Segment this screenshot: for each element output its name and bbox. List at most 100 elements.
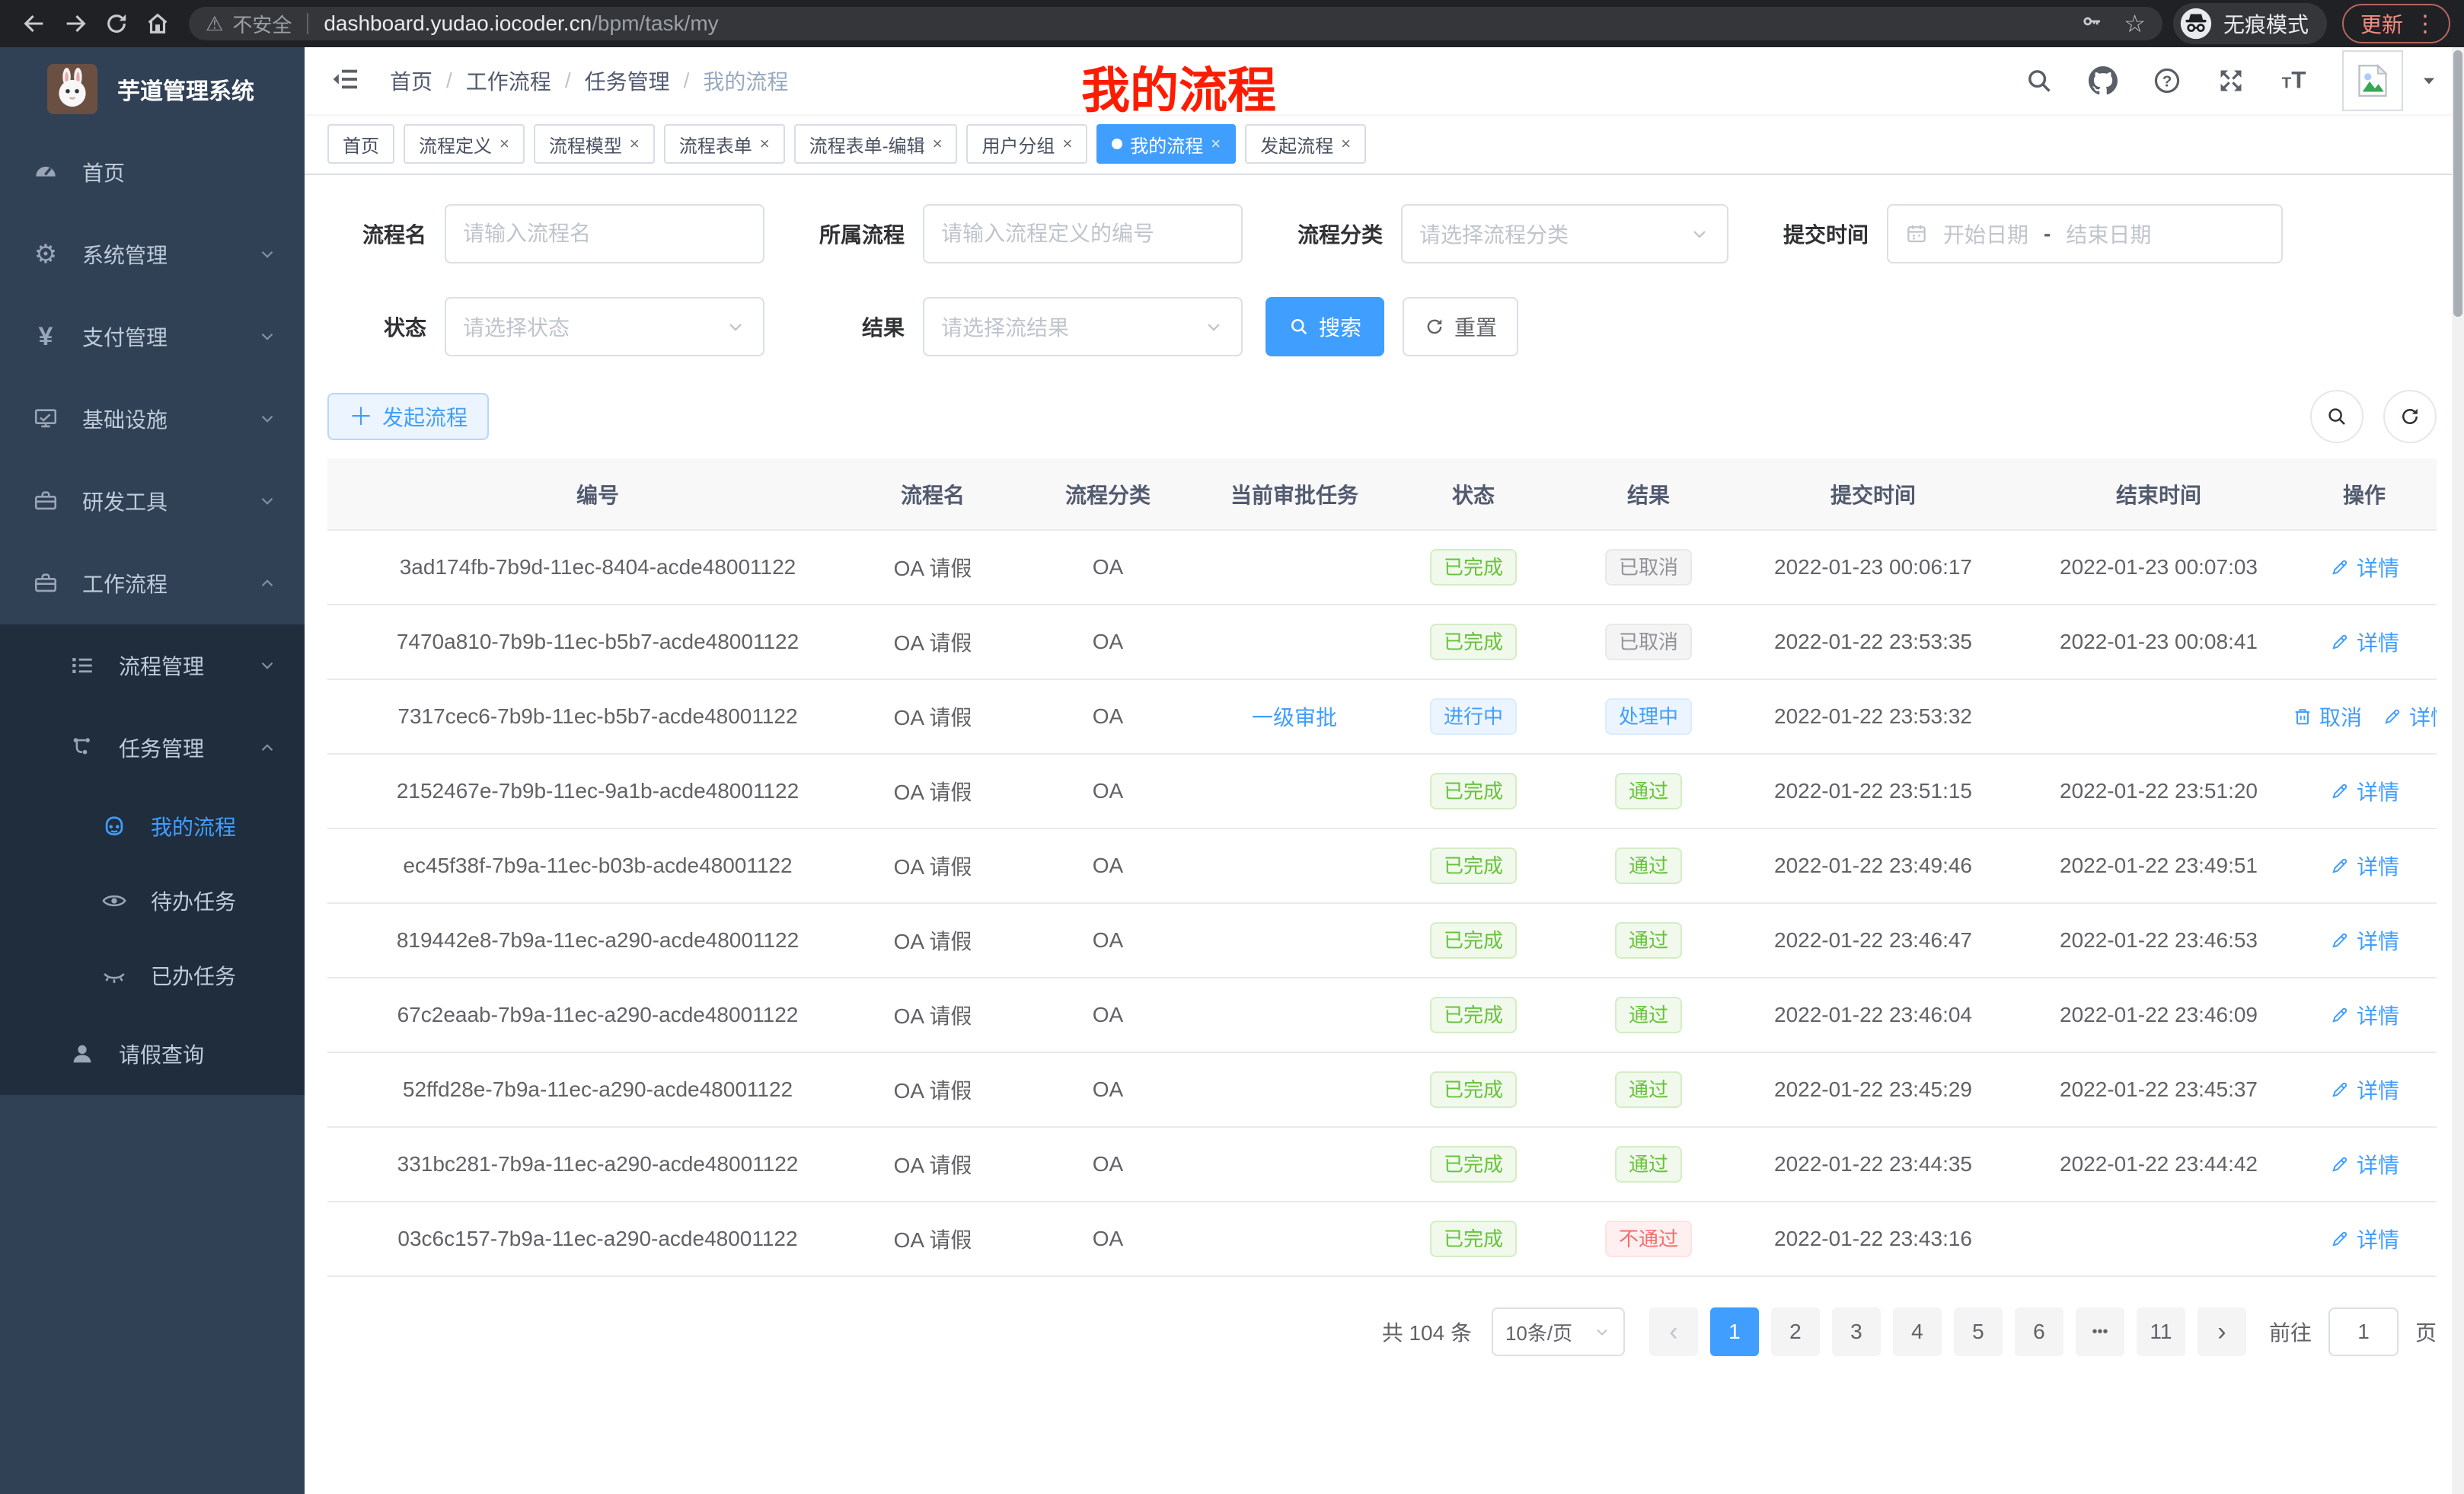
- tab[interactable]: 流程模型×: [534, 124, 655, 164]
- process-table: 编号流程名流程分类当前审批任务状态结果提交时间结束时间操作 3ad174fb-7…: [327, 458, 2437, 1277]
- refresh-table-button[interactable]: [2383, 390, 2437, 443]
- cell-result: 通过: [1576, 1052, 1721, 1127]
- sidebar-item[interactable]: 首页: [0, 131, 305, 213]
- close-icon[interactable]: ×: [933, 134, 943, 154]
- reset-button[interactable]: 重置: [1403, 297, 1518, 356]
- page-button[interactable]: 11: [2137, 1307, 2185, 1356]
- detail-button[interactable]: 详情: [2329, 776, 2399, 806]
- sidebar-item[interactable]: 研发工具: [0, 460, 305, 542]
- create-process-button[interactable]: ＋ 发起流程: [327, 393, 489, 440]
- detail-button[interactable]: 详情: [2329, 627, 2399, 657]
- sidebar-collapse-icon[interactable]: [330, 64, 364, 97]
- sidebar-item-label: 我的流程: [151, 811, 236, 841]
- close-icon[interactable]: ×: [1211, 134, 1221, 154]
- browser-reload-icon[interactable]: [96, 3, 137, 44]
- close-icon[interactable]: ×: [630, 134, 640, 154]
- column-header: 当前审批任务: [1218, 458, 1371, 530]
- screen: ⚠ 不安全 dashboard.yudao.iocoder.cn/bpm/tas…: [0, 0, 2464, 1494]
- tab[interactable]: 用户分组×: [966, 124, 1087, 164]
- tab[interactable]: 首页: [327, 124, 394, 164]
- browser-home-icon[interactable]: [137, 3, 178, 44]
- action-label: 详情: [2357, 776, 2399, 806]
- goto-page-input[interactable]: [2328, 1307, 2399, 1356]
- detail-button[interactable]: 详情: [2329, 1224, 2399, 1254]
- address-bar[interactable]: ⚠ 不安全 dashboard.yudao.iocoder.cn/bpm/tas…: [189, 7, 2162, 40]
- avatar[interactable]: [2342, 50, 2403, 111]
- fullscreen-icon[interactable]: [2214, 64, 2248, 97]
- prev-page-button[interactable]: ‹: [1649, 1307, 1698, 1356]
- detail-button[interactable]: 详情: [2329, 851, 2399, 881]
- browser-menu-icon[interactable]: ⋮: [2414, 11, 2437, 37]
- sidebar-item[interactable]: 基础设施: [0, 378, 305, 460]
- sidebar-item[interactable]: 我的流程: [0, 789, 305, 864]
- tab[interactable]: 流程表单-编辑×: [794, 124, 958, 164]
- page-button[interactable]: 1: [1710, 1307, 1759, 1356]
- detail-button[interactable]: 详情: [2329, 552, 2399, 583]
- font-size-icon[interactable]: TT: [2278, 64, 2312, 97]
- sidebar-item[interactable]: 任务管理: [0, 707, 305, 789]
- sidebar-item[interactable]: ¥支付管理: [0, 295, 305, 378]
- cell-id: 52ffd28e-7b9a-11ec-a290-acde48001122: [327, 1052, 868, 1127]
- github-icon[interactable]: [2086, 64, 2120, 97]
- next-page-button[interactable]: ›: [2197, 1307, 2246, 1356]
- detail-button[interactable]: 详情: [2382, 701, 2437, 732]
- briefcase-icon: [30, 486, 61, 516]
- detail-button[interactable]: 详情: [2329, 1000, 2399, 1030]
- tab[interactable]: 流程定义×: [404, 124, 525, 164]
- process-name-input[interactable]: [445, 204, 764, 263]
- close-icon[interactable]: ×: [1062, 134, 1072, 154]
- page-button[interactable]: 4: [1893, 1307, 1942, 1356]
- cancel-button[interactable]: 取消: [2292, 701, 2362, 732]
- show-search-toggle-button[interactable]: [2310, 390, 2363, 443]
- row-actions: 详情: [2329, 1074, 2399, 1105]
- tab[interactable]: 发起流程×: [1245, 124, 1366, 164]
- process-definition-input[interactable]: [923, 204, 1243, 263]
- close-icon[interactable]: ×: [1341, 134, 1351, 154]
- bookmark-star-icon[interactable]: ☆: [2124, 9, 2146, 38]
- page-scrollbar[interactable]: [2452, 47, 2464, 1494]
- page-button[interactable]: 6: [2015, 1307, 2063, 1356]
- table-row: 7317cec6-7b9b-11ec-b5b7-acde48001122OA 请…: [327, 679, 2437, 754]
- sidebar-item[interactable]: 请假查询: [0, 1013, 305, 1095]
- process-category-select[interactable]: 请选择流程分类: [1401, 204, 1728, 263]
- sidebar-item[interactable]: 工作流程: [0, 542, 305, 624]
- breadcrumb-task[interactable]: 任务管理: [585, 65, 670, 96]
- header-search-icon[interactable]: [2022, 64, 2056, 97]
- page-button[interactable]: 3: [1832, 1307, 1881, 1356]
- tab[interactable]: 我的流程×: [1096, 124, 1236, 164]
- close-icon[interactable]: ×: [500, 134, 509, 154]
- detail-button[interactable]: 详情: [2329, 1074, 2399, 1105]
- detail-button[interactable]: 详情: [2329, 925, 2399, 956]
- breadcrumb-home[interactable]: 首页: [390, 65, 432, 96]
- cell-process-name: OA 请假: [868, 530, 997, 605]
- current-task-link[interactable]: 一级审批: [1252, 701, 1337, 732]
- browser-forward-icon[interactable]: [55, 3, 96, 44]
- result-select[interactable]: 请选择流结果: [923, 297, 1243, 356]
- sidebar-item[interactable]: 已办任务: [0, 938, 305, 1013]
- page-button[interactable]: 2: [1771, 1307, 1820, 1356]
- browser-update-button[interactable]: 更新 ⋮: [2342, 4, 2450, 43]
- avatar-caret-icon[interactable]: [2420, 72, 2438, 90]
- cell-submit-time: 2022-01-22 23:46:04: [1721, 978, 2025, 1052]
- sidebar-item[interactable]: ⚙系统管理: [0, 213, 305, 295]
- cell-result: 通过: [1576, 978, 1721, 1052]
- breadcrumb-workflow[interactable]: 工作流程: [466, 65, 551, 96]
- page-button[interactable]: 5: [1954, 1307, 2003, 1356]
- key-icon[interactable]: [2081, 10, 2104, 38]
- date-range-picker[interactable]: 开始日期 - 结束日期: [1887, 204, 2283, 263]
- help-icon[interactable]: ?: [2150, 64, 2184, 97]
- scrollbar-thumb[interactable]: [2453, 50, 2462, 317]
- cell-current-task: 一级审批: [1218, 679, 1371, 754]
- page-size-select[interactable]: 10条/页: [1492, 1307, 1625, 1356]
- detail-button[interactable]: 详情: [2329, 1149, 2399, 1180]
- status-select[interactable]: 请选择状态: [445, 297, 764, 356]
- close-icon[interactable]: ×: [760, 134, 770, 154]
- app-logo[interactable]: 芋道管理系统: [0, 47, 305, 131]
- sidebar-item[interactable]: 流程管理: [0, 624, 305, 707]
- browser-back-icon[interactable]: [14, 3, 55, 44]
- cell-category: OA: [997, 1127, 1218, 1202]
- more-pages-button[interactable]: •••: [2076, 1307, 2124, 1356]
- search-button[interactable]: 搜索: [1266, 297, 1384, 356]
- sidebar-item[interactable]: 待办任务: [0, 864, 305, 938]
- tab[interactable]: 流程表单×: [664, 124, 785, 164]
